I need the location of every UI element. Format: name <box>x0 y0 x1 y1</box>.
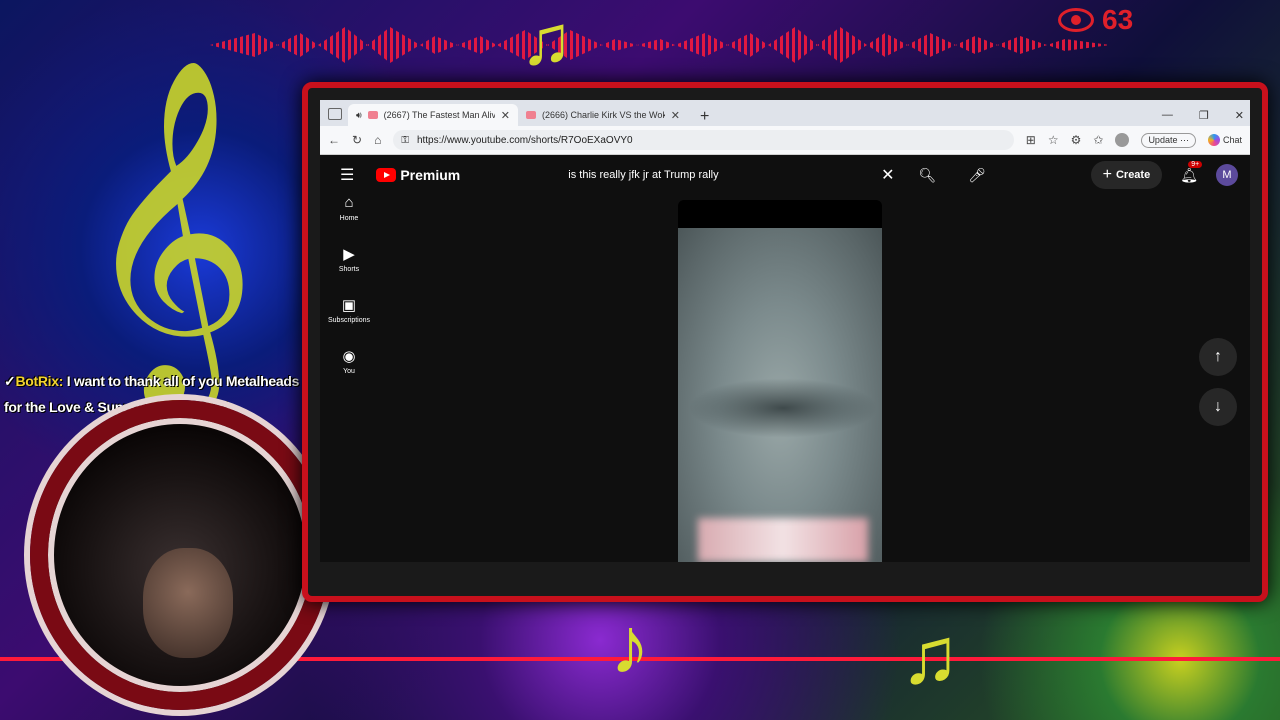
audio-waveform-top <box>210 27 1110 63</box>
tab-title: (2666) Charlie Kirk VS the Wokies <box>542 110 665 120</box>
restore-icon[interactable]: ❐ <box>1199 109 1209 122</box>
extensions-icon[interactable]: ⚙ <box>1071 133 1082 147</box>
account-avatar[interactable]: M <box>1216 164 1238 186</box>
app-available-icon[interactable]: ⊞ <box>1026 133 1036 147</box>
back-icon[interactable]: ← <box>328 133 340 147</box>
sidebar-item-shorts[interactable]: ▶ Shorts <box>320 245 378 296</box>
youtube-sidebar: ⌂ Home ▶ Shorts ▣ Subscriptions ◉ You <box>320 194 378 398</box>
microphone-icon[interactable]: 🎤︎ <box>968 167 986 184</box>
create-button[interactable]: + Create <box>1090 161 1163 189</box>
check-icon: ✓ <box>4 373 16 389</box>
sidebar-item-label: You <box>343 368 355 375</box>
tab-actions-icon[interactable] <box>328 108 342 120</box>
webcam-feed <box>143 548 233 658</box>
next-short-button[interactable]: ↓ <box>1199 388 1237 426</box>
sidebar-item-label: Subscriptions <box>327 317 371 324</box>
youtube-logo[interactable]: Premium <box>376 167 460 183</box>
update-button[interactable]: Update ⋯ <box>1141 132 1196 148</box>
tab-strip: 🔊︎ (2667) The Fastest Man Alive ✕ (2666)… <box>320 100 1250 126</box>
sidebar-item-you[interactable]: ◉ You <box>320 347 378 398</box>
youtube-favicon-icon <box>526 111 536 119</box>
copilot-label: Chat <box>1222 135 1242 145</box>
shorts-video-player[interactable] <box>678 200 882 562</box>
close-tab-icon[interactable]: ✕ <box>501 109 510 122</box>
treble-clef-decoration: 𝄞 <box>80 55 258 404</box>
create-label: Create <box>1115 169 1151 181</box>
arrow-up-icon: ↑ <box>1214 348 1222 365</box>
copilot-icon <box>1207 134 1220 146</box>
favorites-icon[interactable]: ✩ <box>1093 133 1103 147</box>
subscriptions-icon: ▣ <box>341 297 357 314</box>
music-note-decoration: ♪ <box>610 601 650 690</box>
eye-icon <box>1058 8 1094 32</box>
window-controls: — ❐ ✕ <box>1162 104 1250 126</box>
close-tab-icon[interactable]: ✕ <box>671 109 680 122</box>
url-field[interactable]: ⚿ https://www.youtube.com/shorts/R7OoEXa… <box>393 130 1014 150</box>
music-note-decoration: ♫ <box>520 1 573 79</box>
arrow-down-icon: ↓ <box>1214 398 1222 415</box>
tab-charlie-kirk[interactable]: (2666) Charlie Kirk VS the Wokies ✕ <box>518 104 688 126</box>
viewer-counter: 63 <box>1058 4 1133 36</box>
url-text: https://www.youtube.com/shorts/R7OoEXaOV… <box>416 134 633 146</box>
new-tab-button[interactable]: + <box>688 108 721 126</box>
sidebar-item-subscriptions[interactable]: ▣ Subscriptions <box>320 296 378 347</box>
search-input[interactable]: is this really jfk jr at Trump rally <box>568 169 881 181</box>
speaker-icon[interactable]: 🔊︎ <box>356 110 362 121</box>
sidebar-item-label: Shorts <box>338 266 360 273</box>
copilot-button[interactable]: Chat <box>1207 134 1242 146</box>
clear-search-icon[interactable]: ✕ <box>881 165 894 185</box>
site-info-icon[interactable]: ⚿ <box>401 135 409 146</box>
address-bar-row: ← ↻ ⌂ ⚿ https://www.youtube.com/shorts/R… <box>320 126 1250 155</box>
you-icon: ◉ <box>342 348 356 365</box>
tab-title: (2667) The Fastest Man Alive <box>383 110 495 120</box>
chat-author: BotRix: <box>15 373 64 389</box>
youtube-favicon-icon <box>367 111 378 119</box>
refresh-icon[interactable]: ↻ <box>352 133 362 147</box>
previous-short-button[interactable]: ↑ <box>1199 338 1237 376</box>
close-window-icon[interactable]: ✕ <box>1235 109 1244 122</box>
viewer-count: 63 <box>1102 4 1134 35</box>
music-note-decoration: ♫ <box>900 611 960 700</box>
notifications-bell-icon[interactable]: 🔔︎ 9+ <box>1180 160 1203 184</box>
minimize-icon[interactable]: — <box>1162 109 1173 121</box>
notification-badge: 9+ <box>1188 160 1203 168</box>
plus-icon: + <box>1102 166 1112 183</box>
browser-window: 🔊︎ (2667) The Fastest Man Alive ✕ (2666)… <box>320 100 1250 562</box>
webcam-frame <box>30 400 330 710</box>
video-frame <box>678 228 882 562</box>
favorite-star-icon[interactable]: ☆ <box>1048 133 1059 147</box>
search-bar: is this really jfk jr at Trump rally ✕ 🔍… <box>568 160 968 190</box>
home-icon: ⌂ <box>344 194 354 211</box>
tab-fastest-man-alive[interactable]: 🔊︎ (2667) The Fastest Man Alive ✕ <box>348 104 518 126</box>
menu-icon[interactable]: ☰ <box>340 165 354 185</box>
sidebar-item-label: Home <box>339 215 359 222</box>
sidebar-item-home[interactable]: ⌂ Home <box>320 194 378 245</box>
profile-avatar[interactable] <box>1115 133 1130 147</box>
home-icon[interactable]: ⌂ <box>374 133 381 147</box>
logo-text: Premium <box>400 167 461 183</box>
shorts-icon: ▶ <box>343 246 355 263</box>
youtube-header: ☰ Premium is this really jfk jr at Trump… <box>320 155 1250 195</box>
youtube-play-icon <box>376 168 397 182</box>
header-actions: + Create 🔔︎ 9+ M <box>1090 160 1238 189</box>
search-icon[interactable]: 🔍︎ <box>918 167 936 184</box>
